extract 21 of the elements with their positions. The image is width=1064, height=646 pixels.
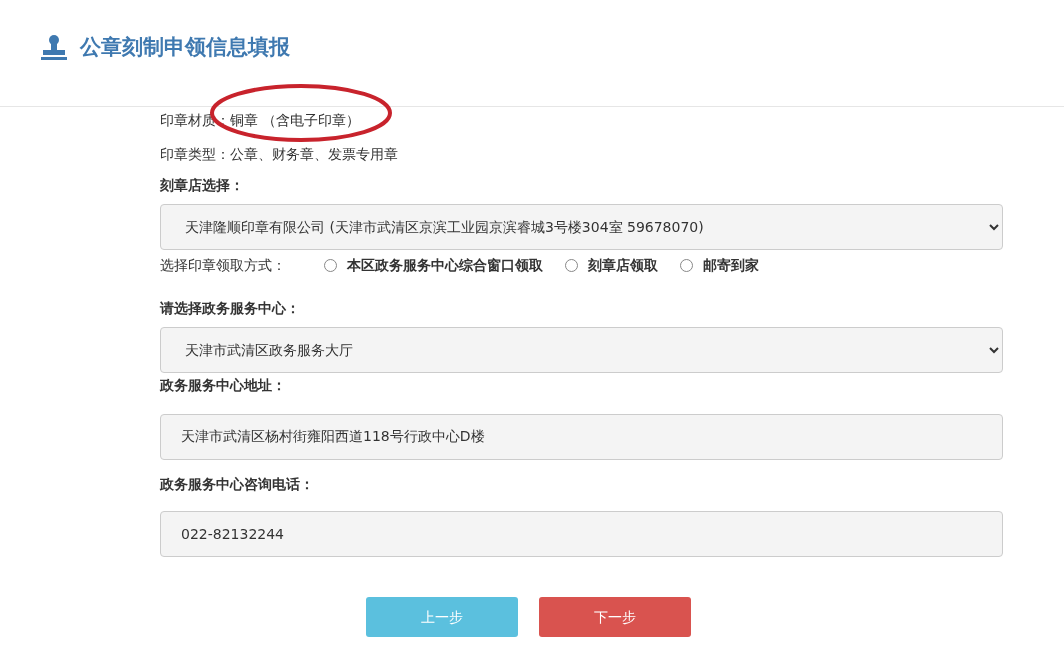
field-label: 政务服务中心地址： [160,376,287,395]
field-label: 政务服务中心咨询电话： [160,475,315,494]
page-title: 公章刻制申领信息填报 [80,35,290,61]
field-label: 请选择政务服务中心： [160,299,301,318]
radio-option[interactable]: 刻章店领取 [565,254,658,276]
field-value: 公章、财务章、发票专用章 [230,144,398,164]
radio-button[interactable] [324,258,337,272]
radio-option[interactable]: 本区政务服务中心综合窗口领取 [324,254,543,276]
field-label: 印章类型： [160,144,230,164]
stamp-icon [40,35,68,61]
radio-button[interactable] [565,258,578,272]
field-label: 选择印章领取方式： [160,255,286,275]
radio-option[interactable]: 邮寄到家 [680,254,759,276]
radio-button[interactable] [680,258,693,272]
next-button[interactable]: 下一步 [538,597,691,637]
input-field[interactable]: 022-82132244 [160,511,1003,557]
dropdown[interactable]: 天津隆顺印章有限公司 (天津市武清区京滨工业园京滨睿城3号楼304室 59678070) [160,204,1003,250]
field-value: 铜章 （含电子印章） [230,110,361,130]
dropdown[interactable]: 天津市武清区政务服务大厅 [160,327,1003,373]
input-field[interactable]: 天津市武清区杨村街雍阳西道118号行政中心D楼 [160,414,1003,460]
field-label: 刻章店选择： [160,176,245,195]
